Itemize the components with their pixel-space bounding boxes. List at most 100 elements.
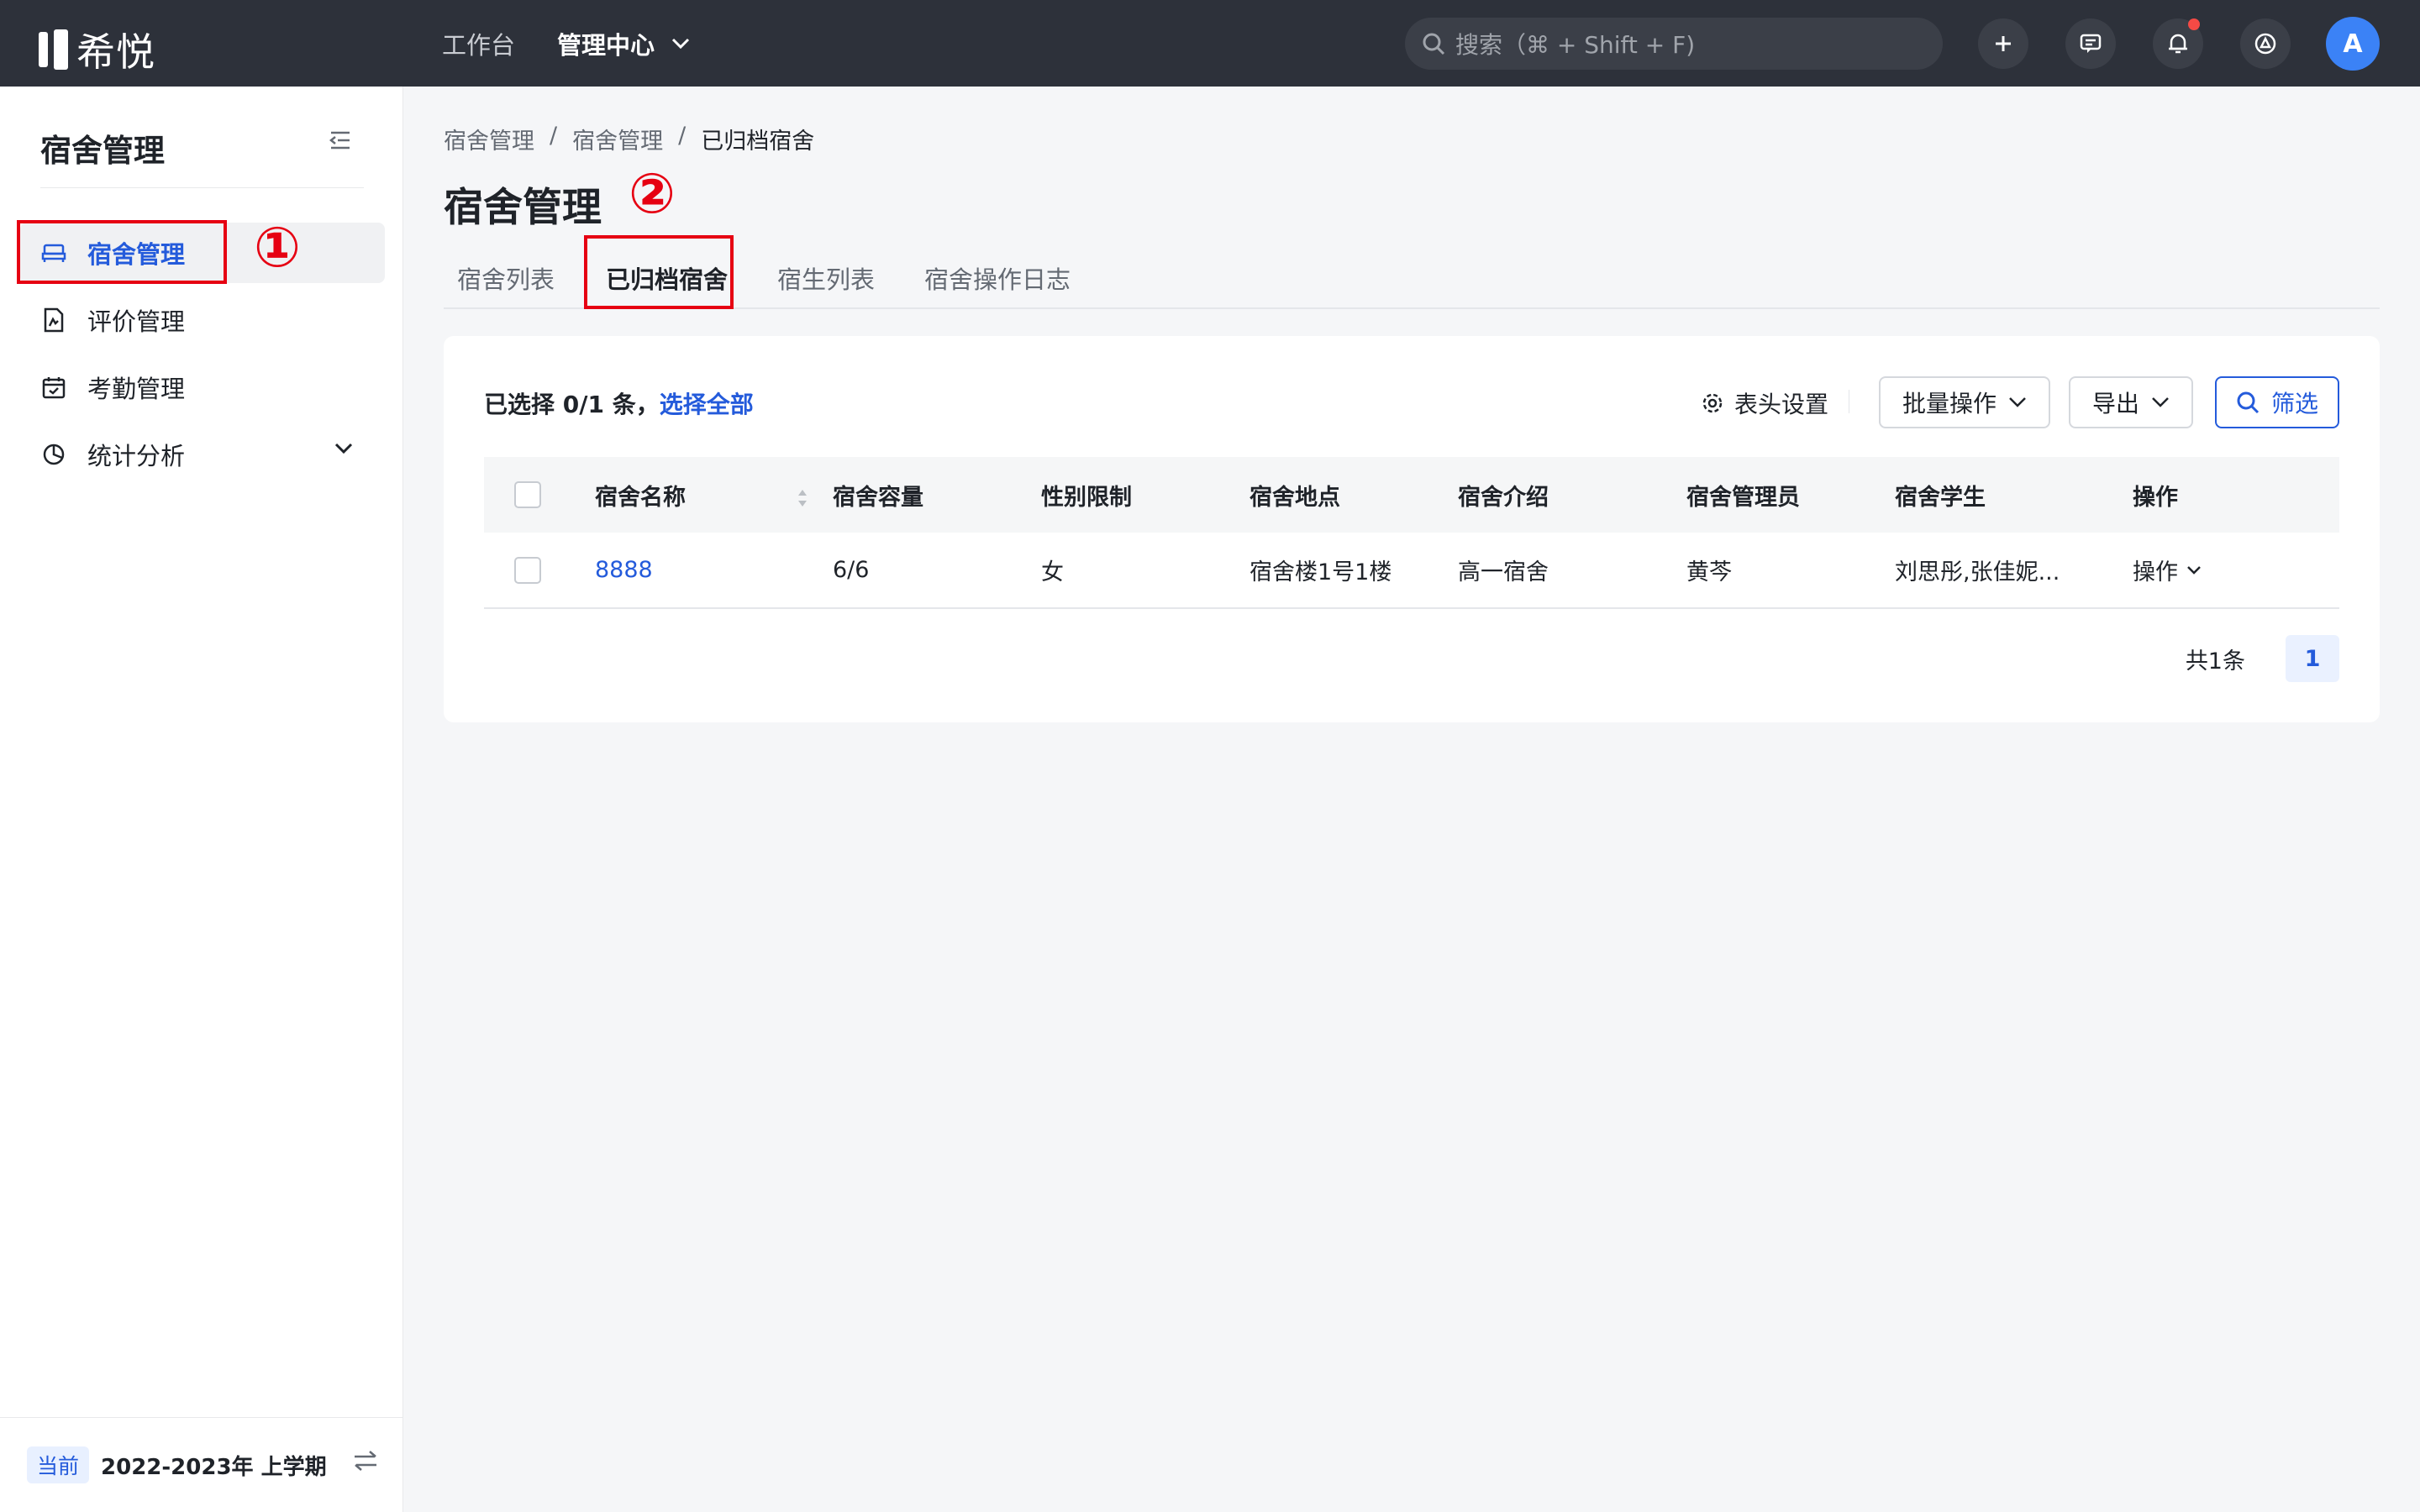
- annotation-box-1: [17, 220, 227, 284]
- column-header-manager: 宿舍管理员: [1686, 484, 1800, 511]
- chevron-down-icon: [2152, 397, 2169, 407]
- collapse-sidebar-icon[interactable]: [329, 130, 351, 154]
- column-header-gender: 性别限制: [1041, 484, 1132, 511]
- nav-item-label: 管理中心: [557, 30, 655, 60]
- top-nav: 工作台 管理中心: [442, 0, 690, 87]
- batch-operation-label: 批量操作: [1902, 390, 1996, 417]
- archived-dorms-table: 宿舍名称 宿舍容量 性别限制 宿舍地点 宿舍介绍 宿舍管理员 宿舍学生 操作 8…: [484, 457, 2339, 609]
- selection-info: 已选择 0/1 条，选择全部: [484, 386, 754, 420]
- breadcrumb-current: 已归档宿舍: [701, 129, 815, 155]
- breadcrumb-separator: /: [550, 123, 558, 149]
- cell-capacity: 6/6: [833, 557, 870, 583]
- chevron-down-icon: [334, 443, 353, 454]
- tab-resident-list[interactable]: 宿生列表: [777, 260, 875, 296]
- app-logo[interactable]: 希悦: [39, 22, 155, 77]
- apps-button[interactable]: [2240, 18, 2291, 69]
- swap-icon[interactable]: [353, 1450, 378, 1472]
- sidebar-divider: [40, 187, 364, 188]
- chevron-down-icon: [2009, 397, 2026, 407]
- chevron-down-icon: [671, 38, 690, 49]
- tab-dorm-operation-log[interactable]: 宿舍操作日志: [924, 260, 1071, 296]
- current-term-label: 2022-2023年 上学期: [101, 1454, 327, 1480]
- export-label: 导出: [2091, 390, 2139, 417]
- batch-operation-button[interactable]: 批量操作: [1879, 376, 2050, 428]
- sidebar-title: 宿舍管理: [40, 133, 165, 169]
- column-header-dorm-name[interactable]: 宿舍名称: [595, 457, 833, 533]
- notifications-button[interactable]: [2153, 18, 2203, 69]
- gear-icon: [1702, 393, 1723, 413]
- search-placeholder: 搜索（⌘ + Shift + F): [1455, 31, 1696, 59]
- sidebar-item-attendance-management[interactable]: 考勤管理: [20, 357, 385, 417]
- annotation-box-2: [584, 235, 734, 309]
- messages-button[interactable]: [2065, 18, 2116, 69]
- compass-icon: [2254, 33, 2276, 55]
- column-header-students: 宿舍学生: [1895, 484, 1986, 511]
- nav-item-label: 工作台: [442, 30, 516, 60]
- cell-manager: 黄芩: [1686, 559, 1732, 585]
- add-button[interactable]: [1978, 18, 2028, 69]
- top-bar: 希悦 工作台 管理中心 搜索（⌘ + Shift + F) A: [0, 0, 2420, 87]
- tab-dorm-list[interactable]: 宿舍列表: [457, 260, 555, 296]
- column-header-action: 操作: [2133, 484, 2178, 511]
- row-checkbox[interactable]: [514, 556, 541, 584]
- logo-text: 希悦: [76, 29, 155, 75]
- row-action-dropdown[interactable]: 操作: [2133, 554, 2202, 586]
- term-switcher[interactable]: 当前 2022-2023年 上学期: [0, 1417, 403, 1512]
- evaluation-doc-icon: [40, 307, 67, 333]
- column-header-intro: 宿舍介绍: [1458, 484, 1549, 511]
- table-row: 8888 6/6 女 宿舍楼1号1楼 高一宿舍 黄芩 刘思彤,张佳妮... 操作: [484, 533, 2339, 608]
- cell-location: 宿舍楼1号1楼: [1249, 559, 1392, 585]
- column-header-location: 宿舍地点: [1249, 484, 1340, 511]
- pie-chart-icon: [40, 441, 67, 468]
- sidebar-item-label: 统计分析: [87, 442, 186, 470]
- notification-badge-dot: [2188, 18, 2200, 30]
- sidebar-item-label: 考勤管理: [87, 375, 186, 403]
- chevron-down-icon: [2187, 565, 2201, 575]
- select-all-link[interactable]: 选择全部: [660, 391, 754, 418]
- bell-icon: [2169, 34, 2187, 54]
- breadcrumb: 宿舍管理 / 宿舍管理 / 已归档宿舍: [444, 123, 814, 155]
- logo-mark-icon: [39, 29, 68, 70]
- column-header-capacity: 宿舍容量: [833, 484, 923, 511]
- user-avatar[interactable]: A: [2326, 17, 2380, 71]
- export-button[interactable]: 导出: [2069, 376, 2193, 428]
- plus-icon: [1996, 36, 2011, 51]
- message-icon: [2080, 34, 2102, 53]
- cell-intro: 高一宿舍: [1458, 559, 1549, 585]
- sidebar: 宿舍管理 宿舍管理 评价管理 考勤管理 统计分析 当前 2022-2023年 上…: [0, 87, 403, 1512]
- cell-students: 刘思彤,张佳妮...: [1895, 559, 2060, 585]
- dorm-name-link[interactable]: 8888: [595, 557, 653, 583]
- breadcrumb-item[interactable]: 宿舍管理: [444, 123, 534, 155]
- breadcrumb-item[interactable]: 宿舍管理: [572, 123, 663, 155]
- sidebar-item-statistics[interactable]: 统计分析: [20, 424, 385, 485]
- column-header-label: 宿舍名称: [595, 484, 686, 511]
- calendar-icon: [40, 374, 67, 401]
- page-button-current[interactable]: 1: [2286, 635, 2339, 682]
- pagination: 共1条 1: [2186, 635, 2339, 682]
- current-term-tag: 当前: [27, 1446, 90, 1483]
- nav-item-management-center[interactable]: 管理中心: [557, 26, 690, 61]
- archived-dorms-card: 已选择 0/1 条，选择全部 表头设置 批量操作 导出 筛选 宿舍名称 宿舍容量…: [444, 336, 2380, 722]
- selection-count: 已选择 0/1 条，: [484, 391, 660, 418]
- search-icon: [1423, 33, 1445, 55]
- table-header-row: 宿舍名称 宿舍容量 性别限制 宿舍地点 宿舍介绍 宿舍管理员 宿舍学生 操作: [484, 457, 2339, 533]
- page-title: 宿舍管理: [444, 185, 602, 231]
- row-action-label: 操作: [2133, 559, 2178, 585]
- global-search-input[interactable]: 搜索（⌘ + Shift + F): [1405, 18, 1943, 70]
- header-settings-button[interactable]: 表头设置: [1701, 386, 1828, 420]
- tab-bar: 宿舍列表 已归档宿舍 宿生列表 宿舍操作日志: [444, 244, 2380, 309]
- pagination-total: 共1条: [2185, 648, 2245, 675]
- breadcrumb-separator: /: [678, 123, 687, 149]
- annotation-number-2: ②: [629, 161, 676, 226]
- sidebar-item-label: 评价管理: [87, 307, 186, 336]
- filter-label: 筛选: [2270, 390, 2318, 417]
- sidebar-item-evaluation-management[interactable]: 评价管理: [20, 290, 385, 350]
- filter-button[interactable]: 筛选: [2215, 376, 2339, 428]
- nav-item-workbench[interactable]: 工作台: [442, 26, 515, 61]
- cell-gender: 女: [1041, 559, 1064, 585]
- annotation-number-1: ①: [254, 215, 301, 280]
- header-settings-label: 表头设置: [1734, 391, 1829, 418]
- sort-icon[interactable]: [796, 487, 809, 509]
- search-icon: [2237, 391, 2260, 414]
- select-all-checkbox[interactable]: [514, 481, 541, 508]
